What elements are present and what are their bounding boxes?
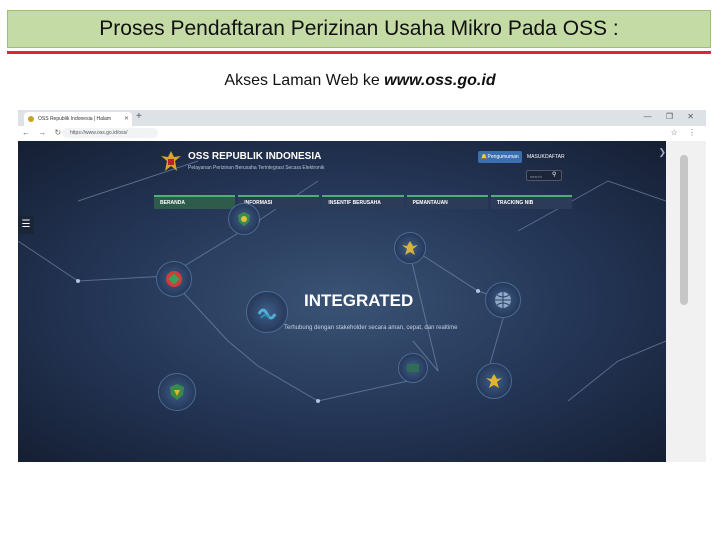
hero-subheadline: Terhubung dengan stakeholder secara aman… — [284, 325, 458, 331]
globe-emblem-icon — [495, 292, 511, 308]
browser-tabstrip: OSS Republik Indonesia | Halam ✕ + — ❐ ✕ — [18, 110, 706, 126]
eagle-emblem-icon — [402, 241, 418, 255]
nav-pemantauan[interactable]: PEMANTAUAN — [406, 195, 488, 209]
register-link[interactable]: DAFTAR — [545, 154, 565, 160]
garuda-favicon-icon — [28, 116, 34, 122]
site-brand[interactable]: OSS REPUBLIK INDONESIA — [188, 151, 321, 162]
book-emblem-icon — [407, 364, 419, 372]
ministry-badge-bottom-left — [158, 373, 196, 411]
pengumuman-button[interactable]: 🔔Pengumuman — [478, 151, 522, 163]
search-input[interactable]: search — [526, 170, 562, 181]
ministry-badge-center — [246, 291, 288, 333]
browser-screenshot: OSS Republik Indonesia | Halam ✕ + — ❐ ✕… — [18, 110, 706, 462]
nav-beranda[interactable]: BERANDA — [154, 195, 236, 209]
sidebar-menu-icon[interactable]: ☰ — [18, 216, 34, 234]
browser-tab[interactable]: OSS Republik Indonesia | Halam ✕ — [24, 112, 132, 126]
red-green-emblem-icon — [166, 271, 182, 287]
hero-headline: INTEGRATED — [304, 291, 414, 310]
slide-subtitle: Akses Laman Web ke www.oss.go.id — [0, 72, 720, 90]
nav-tracking-nib[interactable]: TRACKING NIB — [490, 195, 573, 209]
ministry-badge-right — [394, 232, 426, 264]
window-controls-icon[interactable]: — ❐ ✕ — [644, 112, 700, 121]
url-field[interactable]: https://www.oss.go.id/oss/ — [62, 128, 158, 138]
address-bar: ← → ↻ https://www.oss.go.id/oss/ ☆ ⋮ — [18, 126, 706, 142]
pengumuman-label: Pengumuman — [487, 154, 519, 160]
browser-menu-icon[interactable]: ☆ ⋮ — [671, 128, 700, 137]
search-icon[interactable]: ⚲ — [552, 171, 556, 178]
close-tab-icon[interactable]: ✕ — [124, 112, 129, 126]
shield-emblem-icon — [238, 212, 250, 226]
shield-gold-emblem-icon — [170, 384, 184, 400]
ministry-badge-globe — [485, 282, 521, 318]
garuda-logo-icon — [161, 151, 181, 171]
subtitle-prefix: Akses Laman Web ke — [224, 72, 385, 89]
garuda-emblem-icon — [486, 374, 502, 388]
ministry-badge-top — [228, 203, 260, 235]
subtitle-url: www.oss.go.id — [384, 72, 496, 89]
page-scrollbar[interactable] — [666, 141, 706, 462]
collapse-icon[interactable]: ❯ — [658, 147, 666, 158]
new-tab-icon[interactable]: + — [136, 111, 142, 122]
ministry-badge-left — [156, 261, 192, 297]
back-forward-reload-icon[interactable]: ← → ↻ — [22, 128, 64, 137]
ministry-badge-bottom-right — [476, 363, 512, 399]
login-link[interactable]: MASUK — [527, 154, 545, 160]
slide-title-bar: Proses Pendaftaran Perizinan Usaha Mikro… — [7, 10, 711, 48]
tab-title: OSS Republik Indonesia | Halam — [38, 116, 112, 122]
slide-title: Proses Pendaftaran Perizinan Usaha Mikro… — [99, 17, 619, 40]
title-divider — [7, 51, 711, 54]
oss-website: ☰ ❯ OSS REPUBLIK INDONESIA Pelayanan Per… — [18, 141, 666, 462]
wave-emblem-icon — [257, 308, 277, 320]
site-tagline: Pelayanan Perizinan Berusaha Terintegras… — [188, 165, 325, 171]
scrollbar-thumb[interactable] — [680, 155, 688, 305]
main-nav: BERANDA INFORMASI INSENTIF BERUSAHA PEMA… — [154, 195, 573, 209]
nav-insentif-berusaha[interactable]: INSENTIF BERUSAHA — [322, 195, 404, 209]
ministry-badge-lower — [398, 353, 428, 383]
